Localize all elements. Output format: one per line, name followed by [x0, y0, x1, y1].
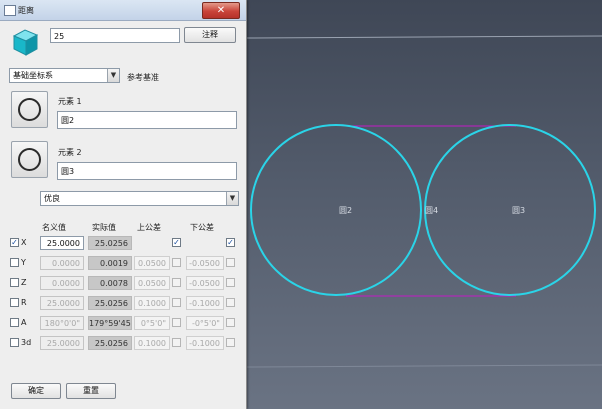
- row-y-actual: 0.0019: [88, 256, 132, 270]
- row-r-label: R: [21, 298, 27, 307]
- circle-icon: [18, 148, 41, 171]
- close-button[interactable]: ✕: [202, 2, 240, 19]
- row-a-checkbox[interactable]: [10, 318, 19, 327]
- row-z-actual: 0.0078: [88, 276, 132, 290]
- row-r-upper-checkbox[interactable]: [172, 298, 181, 307]
- row-x-nominal[interactable]: 25.0000: [40, 236, 84, 250]
- header-nominal: 名义值: [42, 223, 66, 232]
- row-z-nominal[interactable]: 0.0000: [40, 276, 84, 290]
- ok-button[interactable]: 确定: [11, 383, 61, 399]
- row-z-lower-checkbox[interactable]: [226, 278, 235, 287]
- mode-select[interactable]: 优良 ▼: [40, 191, 239, 206]
- header-actual: 实际值: [92, 223, 116, 232]
- row-r-lower-checkbox[interactable]: [226, 298, 235, 307]
- row-z-upper-checkbox[interactable]: [172, 278, 181, 287]
- datum-select-value: 基础坐标系: [13, 71, 53, 80]
- row-y-lower[interactable]: -0.0500: [186, 256, 224, 270]
- row-a-nominal[interactable]: 180°0'0": [40, 316, 84, 330]
- datum-label: 参考基准: [127, 73, 159, 82]
- element1-field[interactable]: 圆2: [57, 111, 237, 129]
- row-z-lower[interactable]: -0.0500: [186, 276, 224, 290]
- window-icon: [4, 5, 16, 16]
- dialog-title: 距离: [18, 6, 34, 15]
- row-y-nominal[interactable]: 0.0000: [40, 256, 84, 270]
- row-y-checkbox[interactable]: [10, 258, 19, 267]
- distance-dialog: 距离 ✕ 25 注释 基础坐标系 ▼ 参考基准 元素 1 圆2 元素 2 圆3 …: [0, 0, 247, 409]
- element2-field[interactable]: 圆3: [57, 162, 237, 180]
- element2-select-button[interactable]: [11, 141, 48, 178]
- row-3d-actual: 25.0256: [88, 336, 132, 350]
- row-y-label: Y: [21, 258, 26, 267]
- row-r-upper[interactable]: 0.1000: [134, 296, 170, 310]
- circle-2[interactable]: [250, 124, 422, 296]
- row-3d-lower-checkbox[interactable]: [226, 338, 235, 347]
- row-y-upper[interactable]: 0.0500: [134, 256, 170, 270]
- row-a-upper-checkbox[interactable]: [172, 318, 181, 327]
- dialog-titlebar[interactable]: 距离 ✕: [0, 0, 246, 21]
- element1-select-button[interactable]: [11, 91, 48, 128]
- row-a-label: A: [21, 318, 27, 327]
- element1-label: 元素 1: [58, 97, 82, 106]
- reset-button[interactable]: 重置: [66, 383, 116, 399]
- row-y-lower-checkbox[interactable]: [226, 258, 235, 267]
- datum-select[interactable]: 基础坐标系 ▼: [9, 68, 120, 83]
- row-r-checkbox[interactable]: [10, 298, 19, 307]
- row-r-lower[interactable]: -0.1000: [186, 296, 224, 310]
- row-r-actual: 25.0256: [88, 296, 132, 310]
- annotate-button[interactable]: 注释: [184, 27, 236, 43]
- row-x-actual: 25.0256: [88, 236, 132, 250]
- circle-icon: [18, 98, 41, 121]
- row-x-checkbox[interactable]: ✓: [10, 238, 19, 247]
- row-a-actual: 179°59'45: [88, 316, 132, 330]
- row-a-lower-checkbox[interactable]: [226, 318, 235, 327]
- element2-label: 元素 2: [58, 148, 82, 157]
- row-3d-upper[interactable]: 0.1000: [134, 336, 170, 350]
- circle-4-label: 圆4: [425, 206, 438, 215]
- row-a-upper[interactable]: 0°5'0": [134, 316, 170, 330]
- row-z-checkbox[interactable]: [10, 278, 19, 287]
- row-x-label: X: [21, 238, 27, 247]
- chevron-down-icon: ▼: [107, 69, 119, 82]
- row-3d-checkbox[interactable]: [10, 338, 19, 347]
- chevron-down-icon: ▼: [226, 192, 238, 205]
- row-x-lower-checkbox[interactable]: ✓: [226, 238, 235, 247]
- row-x-upper-checkbox[interactable]: ✓: [172, 238, 181, 247]
- row-3d-label: 3d: [21, 338, 32, 347]
- row-3d-nominal[interactable]: 25.0000: [40, 336, 84, 350]
- row-a-lower[interactable]: -0°5'0": [186, 316, 224, 330]
- row-z-upper[interactable]: 0.0500: [134, 276, 170, 290]
- mode-select-value: 优良: [44, 194, 60, 203]
- header-upper: 上公差: [137, 223, 161, 232]
- circle-3[interactable]: [424, 124, 596, 296]
- close-icon: ✕: [216, 5, 226, 16]
- measurement-name-input[interactable]: 25: [50, 28, 180, 43]
- row-r-nominal[interactable]: 25.0000: [40, 296, 84, 310]
- circle-3-label: 圆3: [512, 206, 525, 215]
- header-lower: 下公差: [190, 223, 214, 232]
- distance-feature-icon: [12, 29, 39, 56]
- viewport-guide-line: [245, 35, 602, 39]
- row-3d-lower[interactable]: -0.1000: [186, 336, 224, 350]
- circle-2-label: 圆2: [339, 206, 352, 215]
- row-y-upper-checkbox[interactable]: [172, 258, 181, 267]
- viewport-guide-line: [245, 364, 602, 368]
- row-3d-upper-checkbox[interactable]: [172, 338, 181, 347]
- row-z-label: Z: [21, 278, 27, 287]
